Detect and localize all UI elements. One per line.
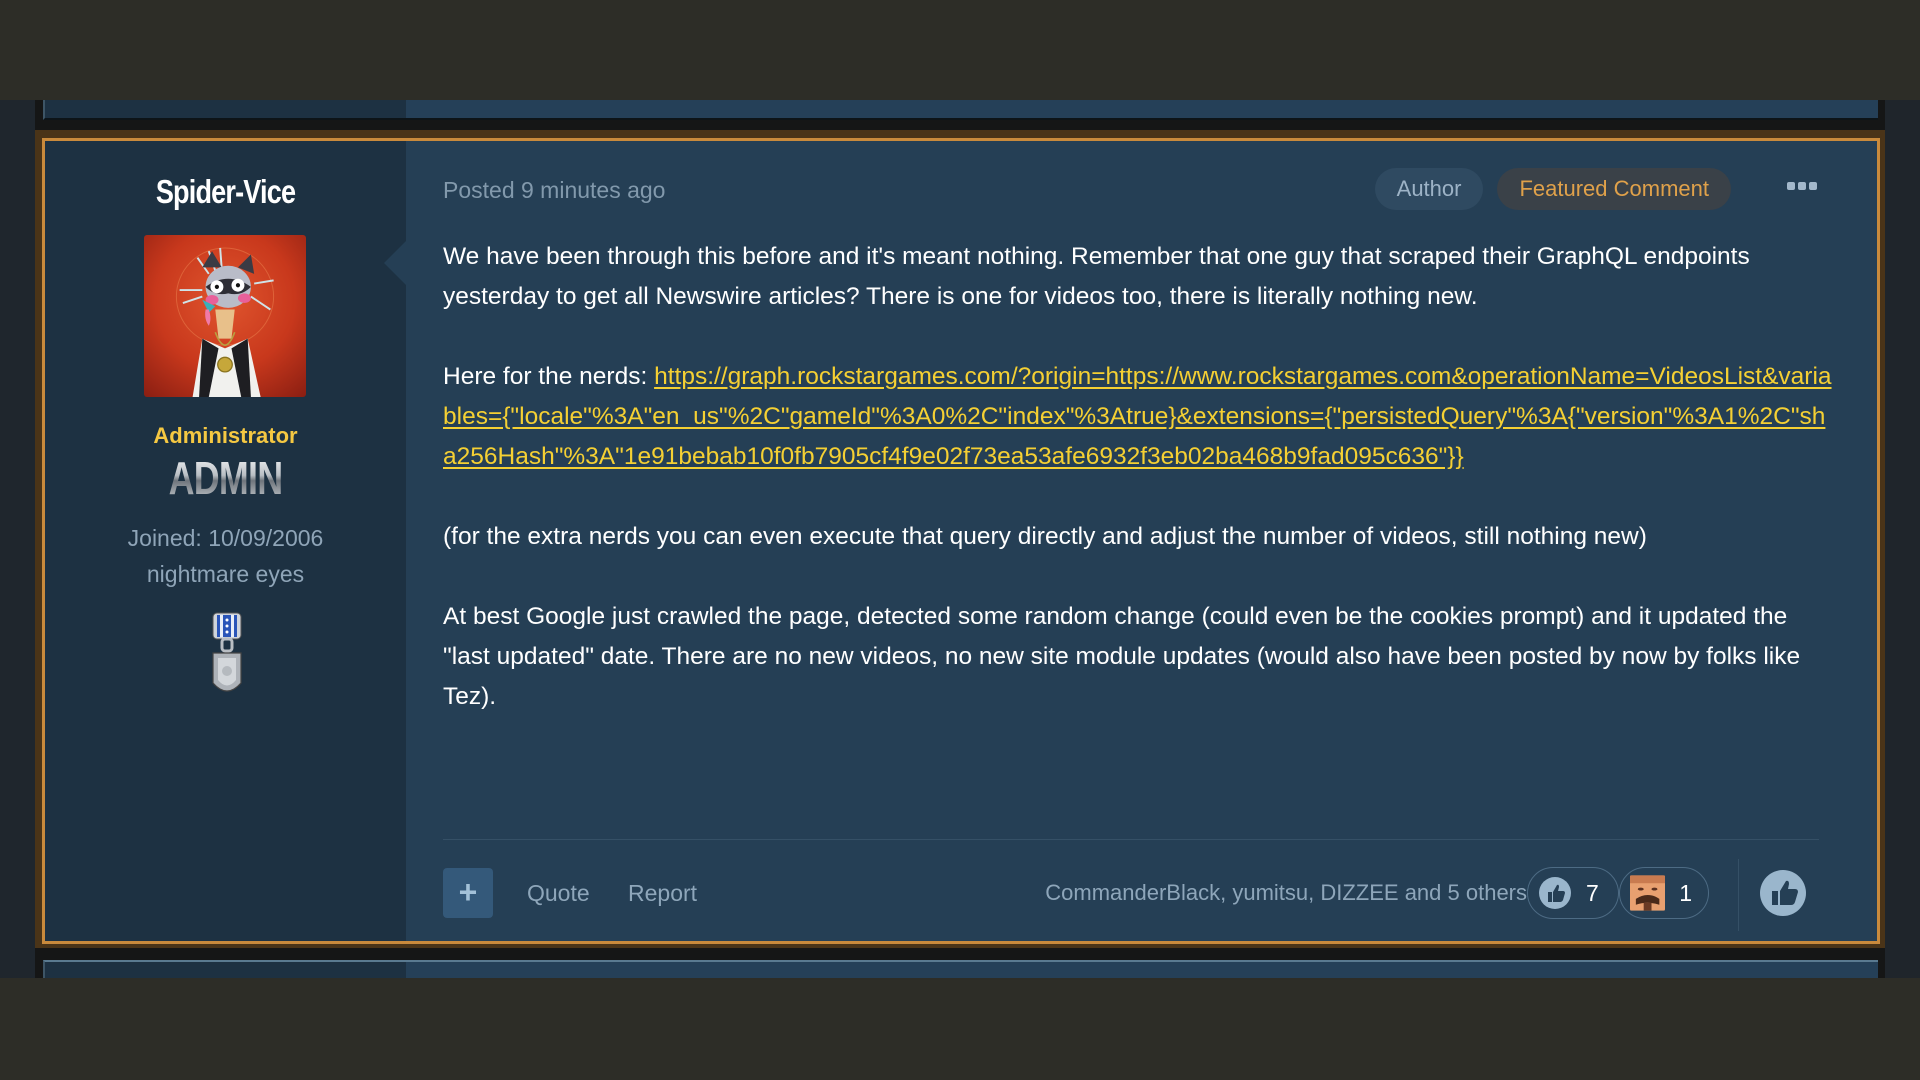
- author-info: Spider-Vice Administrator ADMIN Joined: …: [45, 141, 406, 941]
- ellipsis-icon: [1787, 182, 1795, 190]
- role-title: Administrator: [153, 423, 298, 448]
- author-name[interactable]: Spider-Vice: [77, 173, 373, 211]
- post-timestamp[interactable]: Posted 9 minutes ago: [443, 177, 665, 204]
- next-post-body: [406, 962, 1878, 978]
- page: Spider-Vice Administrator ADMIN Joined: …: [0, 0, 1920, 1080]
- more-options-button[interactable]: [1787, 182, 1817, 190]
- reaction-emote[interactable]: 1: [1619, 867, 1709, 919]
- role-badge: ADMIN: [85, 451, 367, 505]
- reaction-divider: [1738, 859, 1739, 931]
- raccoon-avatar-icon: [175, 247, 275, 397]
- previous-post-author-column: [45, 100, 406, 118]
- paragraph: We have been through this before and it'…: [443, 243, 1750, 310]
- author-pointer: [384, 241, 406, 285]
- custom-title: nightmare eyes: [146, 561, 305, 587]
- reaction-count: 7: [1586, 879, 1599, 906]
- next-post-author-column: [45, 962, 406, 978]
- ellipsis-icon: [1809, 182, 1817, 190]
- footer-divider: [443, 839, 1819, 840]
- paragraph: Here for the nerds: https://graph.rockst…: [443, 357, 1833, 477]
- joined-date: Joined: 10/09/2006: [127, 525, 324, 551]
- medal-icon[interactable]: [207, 611, 247, 703]
- report-button[interactable]: Report: [628, 880, 697, 907]
- featured-comment: Spider-Vice Administrator ADMIN Joined: …: [42, 138, 1880, 944]
- paragraph: (for the extra nerds you can even execut…: [443, 523, 1647, 550]
- reaction-like[interactable]: 7: [1527, 867, 1619, 919]
- post-footer: + Quote Report CommanderBlack, yumitsu, …: [443, 859, 1819, 931]
- author-avatar[interactable]: [144, 235, 306, 397]
- thumbs-up-icon: [1539, 877, 1571, 909]
- ellipsis-icon: [1798, 182, 1806, 190]
- right-gutter: [1885, 100, 1920, 978]
- previous-post-body: [406, 100, 1878, 118]
- left-gutter: [0, 100, 35, 978]
- quote-button[interactable]: Quote: [527, 880, 590, 907]
- reaction-count: 1: [1679, 879, 1692, 906]
- paragraph: At best Google just crawled the page, de…: [443, 603, 1801, 710]
- featured-comment-badge: Featured Comment: [1497, 168, 1731, 210]
- reactors-list[interactable]: CommanderBlack, yumitsu, DIZZEE and 5 ot…: [1045, 880, 1527, 906]
- post-body: Posted 9 minutes ago Author Featured Com…: [406, 141, 1877, 941]
- multiquote-button[interactable]: +: [443, 868, 493, 918]
- post-badges: Author Featured Comment: [1374, 168, 1731, 210]
- previous-post: [43, 100, 1878, 120]
- post-content: We have been through this before and it'…: [443, 237, 1833, 757]
- author-badge: Author: [1374, 168, 1484, 210]
- thumbs-up-icon[interactable]: [1759, 869, 1807, 917]
- next-post: [43, 960, 1878, 978]
- emote-face-icon: [1630, 875, 1666, 911]
- link-prefix: Here for the nerds:: [443, 363, 655, 390]
